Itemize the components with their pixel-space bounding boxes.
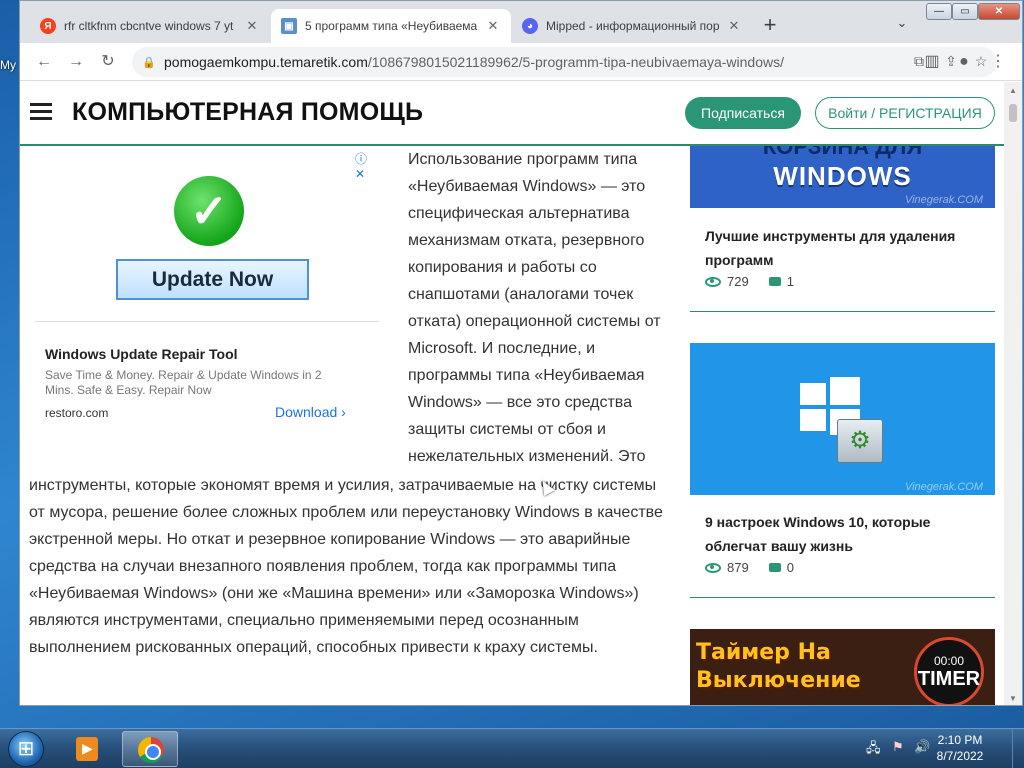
timer-small-text: 00:00 — [933, 654, 965, 668]
address-bar[interactable]: 🔒 pomogaemkompu.temaretik.com /108679801… — [132, 47, 997, 77]
back-icon[interactable]: ← — [32, 50, 56, 74]
browser-toolbar: ← → ↻ 🔒 pomogaemkompu.temaretik.com /108… — [20, 43, 1022, 81]
tab-mipped[interactable]: ◕ Mipped - информационный пор ✕ — [512, 9, 752, 43]
article-paragraph-continued: инструменты, которые экономят время и ус… — [29, 477, 663, 656]
watermark: Vinegerak.COM — [904, 481, 983, 493]
timer-icon: 00:00 TIMER — [914, 637, 984, 705]
gear-icon: ⚙ — [837, 419, 883, 463]
tab-close-icon[interactable]: ✕ — [244, 18, 260, 34]
sidebar-article-title[interactable]: 9 настроек Windows 10, которые облегчат … — [705, 510, 975, 558]
discord-icon: ◕ — [522, 18, 538, 34]
tab-title: Mipped - информационный пор — [546, 19, 720, 33]
tab-yandex[interactable]: Я rfr cltkfnm cbcntve windows 7 yt ✕ — [30, 9, 270, 43]
login-register-button[interactable]: Войти / РЕГИСТРАЦИЯ — [815, 97, 995, 129]
clock-time: 2:10 PM — [937, 733, 983, 747]
ad-title[interactable]: Windows Update Repair Tool — [45, 346, 238, 362]
tab-close-icon[interactable]: ✕ — [485, 18, 501, 34]
views-icon — [705, 562, 721, 573]
ad-text-box: Windows Update Repair Tool Save Time & M… — [35, 321, 379, 426]
comments-count: 1 — [786, 274, 794, 289]
article-thumbnail[interactable]: Таймер На Выключение 00:00 TIMER — [690, 629, 995, 705]
views-icon — [705, 276, 721, 287]
article-stats: 879 0 — [705, 560, 794, 575]
scroll-down-icon[interactable]: ▼ — [1009, 694, 1017, 703]
scroll-up-icon[interactable]: ▲ — [1009, 86, 1017, 95]
article-thumbnail[interactable]: КОРЗИНА ДЛЯ WINDOWS Vinegerak.COM — [690, 146, 995, 208]
side-panel-icon[interactable]: ▥ — [920, 50, 944, 74]
close-window-button[interactable]: ✕ — [978, 3, 1020, 20]
watermark: Vinegerak.COM — [904, 194, 983, 206]
comments-count: 0 — [786, 560, 794, 575]
ad-download-link[interactable]: Download › — [275, 404, 346, 420]
url-domain: pomogaemkompu.temaretik.com — [164, 54, 368, 70]
article-paragraph-start: Использование программ типа «Неубиваемая… — [408, 151, 661, 465]
flag-icon[interactable]: ⚑ — [892, 739, 904, 755]
scroll-thumb[interactable] — [1009, 104, 1017, 122]
site-header: КОМПЬЮТЕРНАЯ ПОМОЩЬ Подписаться Войти / … — [20, 82, 1005, 146]
thumbnail-text: WINDOWS — [773, 161, 912, 191]
show-desktop-button[interactable] — [1012, 729, 1024, 768]
site-icon: ▣ — [281, 18, 297, 34]
tab-active-article[interactable]: ▣ 5 программ типа «Неубиваема ✕ — [271, 9, 511, 43]
hamburger-menu-icon[interactable] — [30, 103, 52, 121]
forward-icon[interactable]: → — [64, 50, 88, 74]
url-path: /1086798015021189962/5-programm-tipa-neu… — [367, 54, 784, 70]
web-page: КОМПЬЮТЕРНАЯ ПОМОЩЬ Подписаться Войти / … — [20, 82, 1005, 705]
clock-date: 8/7/2022 — [936, 749, 984, 763]
media-player-icon — [76, 737, 98, 761]
article-thumbnail[interactable]: ⚙ Vinegerak.COM — [690, 343, 995, 495]
network-icon[interactable]: 🖧 — [866, 739, 881, 761]
taskbar-media-player[interactable] — [58, 731, 114, 767]
minimize-button[interactable]: — — [926, 3, 952, 20]
chrome-icon — [138, 737, 164, 763]
comments-icon — [768, 563, 781, 572]
comments-icon — [768, 277, 781, 286]
tab-title: 5 программ типа «Неубиваема — [305, 19, 478, 33]
desktop-icon-label[interactable]: My — [0, 58, 16, 72]
timer-big-text: TIMER — [917, 668, 981, 690]
start-button[interactable] — [8, 731, 44, 767]
site-title[interactable]: КОМПЬЮТЕРНАЯ ПОМОЩЬ — [72, 98, 423, 127]
tab-title: rfr cltkfnm cbcntve windows 7 yt — [64, 19, 234, 33]
subscribe-button[interactable]: Подписаться — [685, 97, 801, 129]
clock[interactable]: 2:10 PM 8/7/2022 — [930, 732, 990, 764]
ad-description: Save Time & Money. Repair & Update Windo… — [45, 368, 322, 397]
tab-search-icon[interactable]: ⌄ — [892, 15, 912, 35]
thumbnail-top-text: КОРЗИНА ДЛЯ — [762, 146, 923, 159]
taskbar-chrome[interactable] — [122, 731, 178, 767]
article-stats: 729 1 — [705, 274, 794, 289]
page-scrollbar[interactable]: ▲ ▼ — [1004, 82, 1022, 705]
views-count: 879 — [727, 560, 749, 575]
tab-strip: Я rfr cltkfnm cbcntve windows 7 yt ✕ ▣ 5… — [20, 1, 1022, 43]
menu-icon[interactable]: ⋮ — [986, 50, 1010, 74]
ad-domain: restoro.com — [45, 406, 109, 420]
sidebar-article-title[interactable]: Лучшие инструменты для удаления программ — [705, 224, 975, 272]
thumbnail-text: Таймер На Выключение — [696, 640, 861, 693]
ad-choices-icon[interactable]: ⓘ ✕ — [355, 150, 379, 181]
new-tab-button[interactable]: + — [758, 13, 782, 37]
views-count: 729 — [727, 274, 749, 289]
volume-icon[interactable]: 🔊 — [914, 739, 930, 755]
checkmark-icon: ✓ — [174, 176, 244, 246]
browser-window: Я rfr cltkfnm cbcntve windows 7 yt ✕ ▣ 5… — [19, 0, 1023, 706]
tab-close-icon[interactable]: ✕ — [726, 18, 742, 34]
lock-icon[interactable]: 🔒 — [142, 56, 156, 69]
maximize-button[interactable]: ▭ — [952, 3, 978, 20]
ad-update-now-button[interactable]: Update Now — [116, 259, 309, 300]
reload-icon[interactable]: ↻ — [96, 50, 120, 74]
advertisement[interactable]: ⓘ ✕ ✓ Update Now Windows Update Repair T… — [29, 150, 379, 430]
profile-icon[interactable]: ● — [952, 50, 976, 74]
yandex-icon: Я — [40, 18, 56, 34]
taskbar: 🖧 ⚑ 🔊 2:10 PM 8/7/2022 — [0, 728, 1024, 768]
divider — [690, 597, 995, 598]
divider — [690, 311, 995, 312]
